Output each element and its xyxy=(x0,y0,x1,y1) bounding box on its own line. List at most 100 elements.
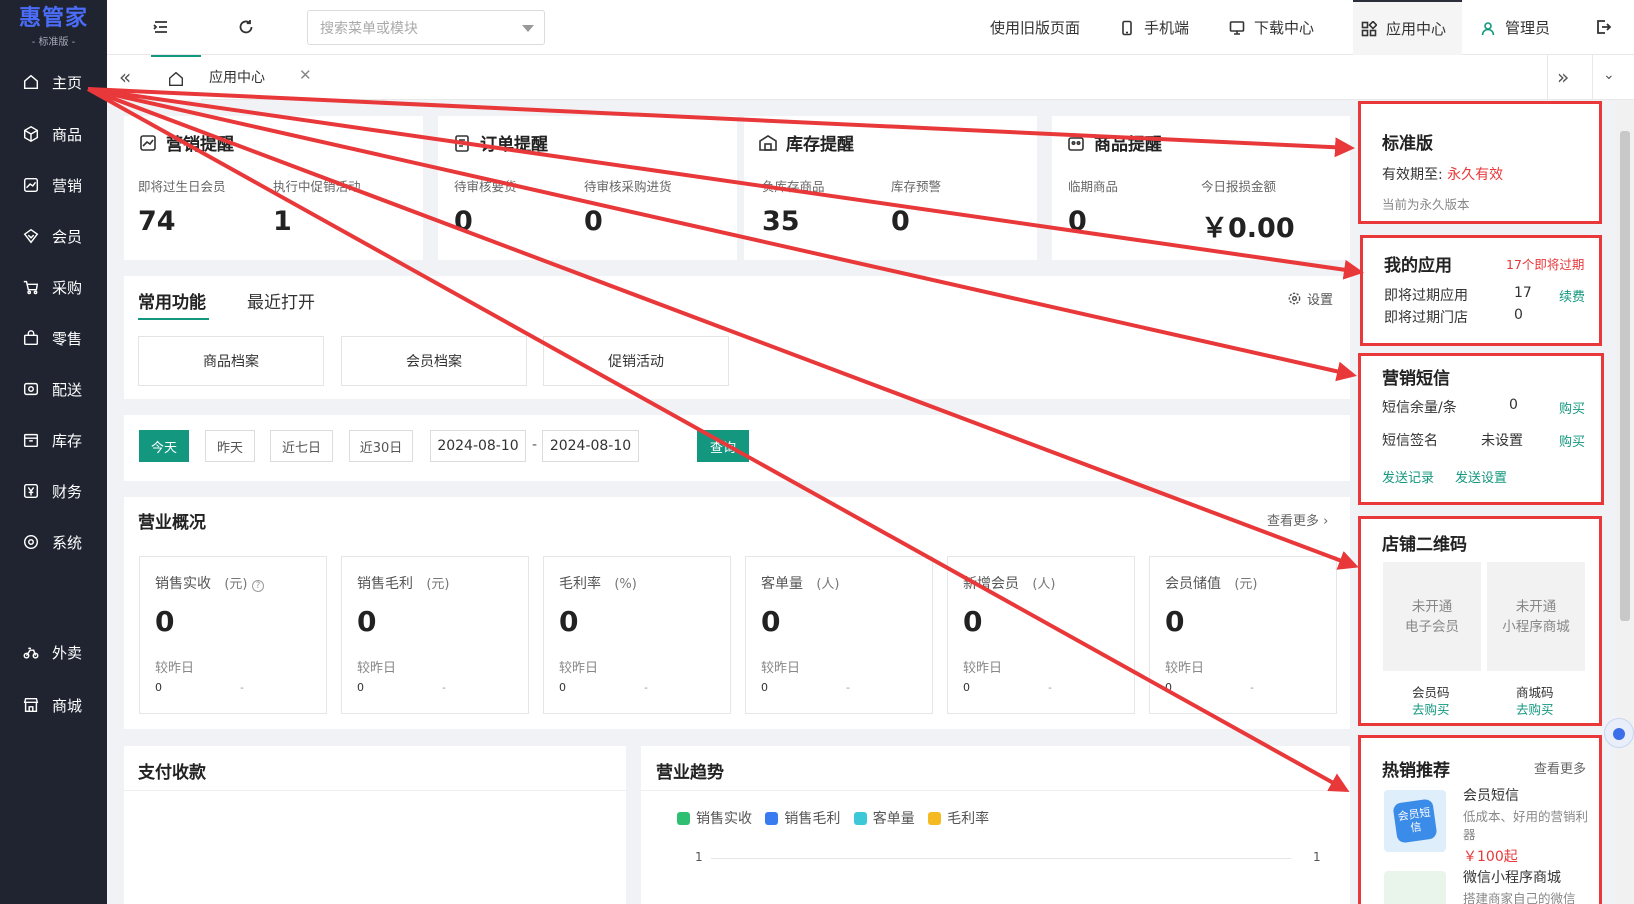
tab-app-center[interactable]: 应用中心 xyxy=(209,67,265,87)
metric-card[interactable]: 销售毛利 (元) 0 较昨日 0 - xyxy=(341,556,529,714)
pending-requisition-count[interactable]: 0 xyxy=(454,206,473,237)
birthday-members-count[interactable]: 74 xyxy=(138,206,176,237)
metric-card[interactable]: 会员储值 (元) 0 较昨日 0 - xyxy=(1149,556,1337,714)
sidebar-item-products[interactable]: 商品 xyxy=(0,114,107,154)
shop-icon xyxy=(22,696,40,714)
legend-item[interactable]: 毛利率 xyxy=(928,811,989,827)
product-archive-button[interactable]: 商品档案 xyxy=(138,336,324,386)
common-functions-panel: 常用功能 最近打开 设置 商品档案 会员档案 促销活动 xyxy=(124,276,1350,399)
sidebar-item-delivery[interactable]: 配送 xyxy=(0,369,107,409)
monitor-icon xyxy=(1229,20,1245,36)
diamond-icon xyxy=(22,227,40,245)
qrcode-title: 店铺二维码 xyxy=(1382,535,1467,555)
sidebar-item-takeout[interactable]: 外卖 xyxy=(0,632,107,672)
search-input[interactable]: 搜索菜单或模块 xyxy=(307,10,545,45)
pending-purchase-count[interactable]: 0 xyxy=(584,206,603,237)
tabs-scroll-left-icon[interactable]: « xyxy=(119,65,131,89)
clipboard-icon xyxy=(452,133,472,153)
grid-line xyxy=(711,858,1291,859)
expiring-badge: 17个即将过期 xyxy=(1506,257,1585,272)
tab-common-functions[interactable]: 常用功能 xyxy=(138,288,206,313)
chart-icon xyxy=(22,176,40,194)
negative-stock-count[interactable]: 35 xyxy=(762,206,800,237)
metric-card[interactable]: 新增会员 (人) 0 较昨日 0 - xyxy=(947,556,1135,714)
sidebar-item-mall[interactable]: 商城 xyxy=(0,685,107,725)
metric-card[interactable]: 客单量 (人) 0 较昨日 0 - xyxy=(745,556,933,714)
download-center-link[interactable]: 下载中心 xyxy=(1229,0,1314,55)
user-menu[interactable]: 管理员 xyxy=(1480,0,1550,55)
buy-member-code-link[interactable]: 去购买 xyxy=(1412,699,1450,718)
member-archive-button[interactable]: 会员档案 xyxy=(341,336,527,386)
yesterday-button[interactable]: 昨天 xyxy=(205,430,255,462)
send-settings-link[interactable]: 发送设置 xyxy=(1455,467,1507,486)
sidebar-item-home[interactable]: 主页 xyxy=(0,62,107,102)
legend-item[interactable]: 销售毛利 xyxy=(765,811,840,827)
buy-mall-code-link[interactable]: 去购买 xyxy=(1516,699,1554,718)
legend-item[interactable]: 销售实收 xyxy=(677,811,752,827)
logout-icon[interactable] xyxy=(1594,18,1612,36)
store-qrcode-panel: 店铺二维码 未开通 电子会员 未开通 小程序商城 会员码 去购买 商城码 去购买 xyxy=(1358,516,1602,726)
gear-icon xyxy=(1288,292,1301,305)
page-scrollbar[interactable] xyxy=(1616,101,1634,904)
last-30-days-button[interactable]: 近30日 xyxy=(349,430,413,462)
hot-more-link[interactable]: 查看更多 xyxy=(1534,758,1586,777)
yen-icon xyxy=(22,482,40,500)
today-button[interactable]: 今天 xyxy=(139,430,189,462)
buy-signature-link[interactable]: 购买 xyxy=(1559,431,1585,450)
floating-assistant-button[interactable] xyxy=(1604,718,1634,748)
mall-product-image[interactable] xyxy=(1384,871,1446,904)
today-loss-amount[interactable]: ￥0.00 xyxy=(1201,206,1295,245)
close-icon[interactable]: ✕ xyxy=(299,66,312,84)
chart-icon xyxy=(138,133,158,153)
metric-card[interactable]: 毛利率 (%) 0 较昨日 0 - xyxy=(543,556,731,714)
metric-card[interactable]: 销售实收 (元) ? 0 较昨日 0 - xyxy=(139,556,327,714)
hot-item-name[interactable]: 会员短信 xyxy=(1463,785,1519,805)
logo[interactable]: 惠管家 - 标准版 - xyxy=(0,0,107,55)
chevron-down-icon[interactable]: ⌄ xyxy=(1603,67,1615,83)
active-promotions-count[interactable]: 1 xyxy=(273,206,292,237)
sidebar-item-inventory[interactable]: 库存 xyxy=(0,420,107,460)
send-records-link[interactable]: 发送记录 xyxy=(1382,467,1434,486)
scooter-icon xyxy=(22,643,40,661)
member-qrcode-placeholder: 未开通 电子会员 xyxy=(1383,562,1481,671)
trend-title: 营业趋势 xyxy=(656,763,724,783)
legend-item[interactable]: 客单量 xyxy=(853,811,915,827)
promotion-button[interactable]: 促销活动 xyxy=(543,336,729,386)
help-icon[interactable]: ? xyxy=(251,580,264,592)
tabs-scroll-right-icon[interactable]: » xyxy=(1557,65,1569,89)
app-center-link[interactable]: 应用中心 xyxy=(1353,0,1463,55)
renew-link[interactable]: 续费 xyxy=(1559,286,1585,305)
buy-sms-link[interactable]: 购买 xyxy=(1559,398,1585,417)
marketing-sms-panel: 营销短信 短信余量/条 0 购买 短信签名 未设置 购买 发送记录 发送设置 xyxy=(1358,353,1604,505)
overview-more-link[interactable]: 查看更多 › xyxy=(1267,510,1328,529)
old-page-link[interactable]: 使用旧版页面 xyxy=(990,0,1080,55)
start-date-input[interactable]: 2024-08-10 xyxy=(430,430,526,462)
inventory-reminder-card: 库存提醒 负库存商品 库存预警 35 0 xyxy=(744,116,1037,260)
end-date-input[interactable]: 2024-08-10 xyxy=(542,430,639,462)
refresh-icon[interactable] xyxy=(237,18,255,36)
product-reminder-card: 商品提醒 临期商品 今日报损金额 0 ￥0.00 xyxy=(1052,116,1350,260)
apps-icon xyxy=(1361,20,1377,37)
expiring-products-count[interactable]: 0 xyxy=(1068,206,1087,237)
tab-home[interactable] xyxy=(151,55,201,100)
sidebar-item-finance[interactable]: 财务 xyxy=(0,471,107,511)
sidebar-item-purchase[interactable]: 采购 xyxy=(0,267,107,307)
sidebar-item-system[interactable]: 系统 xyxy=(0,522,107,562)
stock-warning-count[interactable]: 0 xyxy=(891,206,910,237)
sidebar-item-retail[interactable]: 零售 xyxy=(0,318,107,358)
last-7-days-button[interactable]: 近七日 xyxy=(270,430,333,462)
tab-bar: « 应用中心 ✕ » ⌄ xyxy=(107,55,1634,100)
topbar: 搜索菜单或模块 使用旧版页面 手机端 下载中心 应用中心 管理员 xyxy=(107,0,1634,55)
scrollbar-thumb[interactable] xyxy=(1620,131,1630,621)
tab-recently-opened[interactable]: 最近打开 xyxy=(247,288,315,313)
menu-collapse-icon[interactable] xyxy=(152,18,170,36)
mobile-link[interactable]: 手机端 xyxy=(1119,0,1189,55)
my-apps-title: 我的应用 xyxy=(1384,256,1452,276)
query-button[interactable]: 查询 xyxy=(697,430,749,462)
sidebar-item-members[interactable]: 会员 xyxy=(0,216,107,256)
settings-button[interactable]: 设置 xyxy=(1287,289,1333,308)
hot-item-name[interactable]: 微信小程序商城 xyxy=(1463,867,1561,887)
home-icon xyxy=(169,71,183,86)
sidebar-item-marketing[interactable]: 营销 xyxy=(0,165,107,205)
sms-product-image[interactable]: 会员短信 xyxy=(1384,790,1446,852)
